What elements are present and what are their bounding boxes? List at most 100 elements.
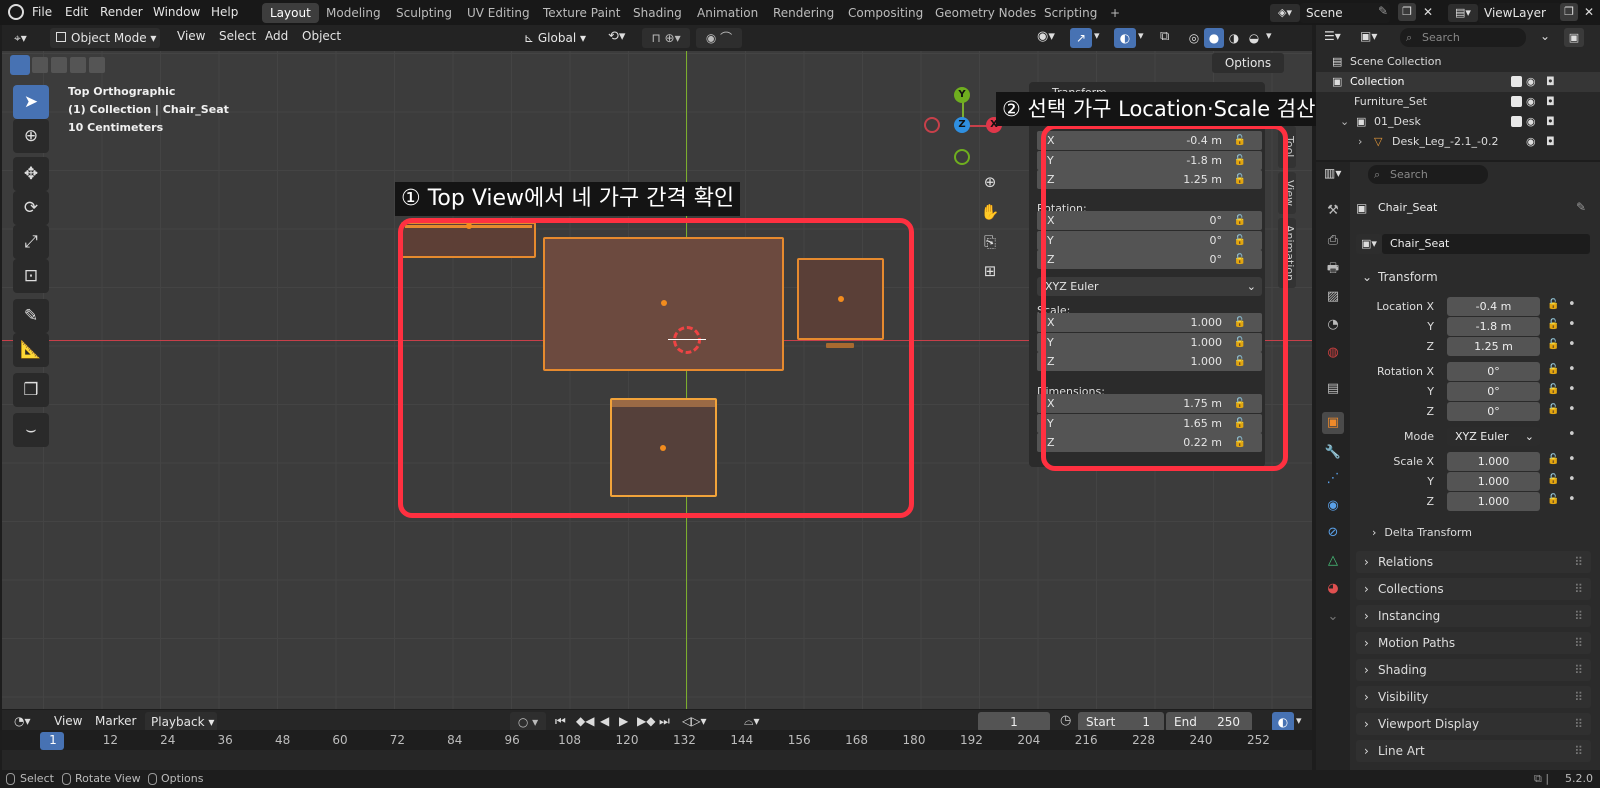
panel-collections[interactable]: › Collections ⠿ [1356,578,1591,600]
keyframe-dot-icon[interactable]: • [1568,317,1576,332]
scene-icon[interactable]: ◈▾ [1270,4,1300,22]
scene-name-field[interactable]: Scene [1300,3,1390,23]
outliner-row-scene-collection[interactable]: ▤ Scene Collection [1316,52,1600,72]
outliner-editor-icon[interactable]: ☰▾ [1324,29,1341,43]
desk-visibility-icon[interactable]: ◉ [1526,112,1536,132]
view-layer-props-icon[interactable]: ▨ [1322,286,1344,308]
location-x-field[interactable]: -0.4 m [1447,297,1540,316]
tab-modeling[interactable]: Modeling [318,3,389,23]
select-invert-icon[interactable] [70,57,86,73]
visibility-icon[interactable]: ◉▾ [1037,29,1055,44]
location-z-field[interactable]: 1.25 m [1447,337,1540,356]
menu-edit[interactable]: Edit [59,0,94,25]
menu-file[interactable]: File [26,0,58,25]
outliner-search-field[interactable]: ⌕ Search [1400,28,1526,47]
play-icon[interactable]: ▶ [619,714,628,728]
select-intersect-icon[interactable] [89,57,105,73]
select-subtract-icon[interactable] [51,57,67,73]
delete-scene-icon[interactable]: ✕ [1419,3,1437,21]
render-props-icon[interactable]: ⎙ [1322,230,1344,252]
mode-dropdown[interactable]: Object Mode ▾ [50,28,160,48]
tab-shading[interactable]: Shading [625,3,690,23]
object-datablock-icon[interactable]: ▣▾ [1356,234,1382,254]
drag-handle-icon[interactable]: ⠿ [1574,740,1583,762]
keyframe-dot-icon[interactable]: • [1568,472,1576,487]
shading-rendered-icon[interactable]: ◒ [1244,28,1264,48]
properties-editor-icon[interactable]: ▥▾ [1324,166,1341,180]
keyframe-dot-icon[interactable]: • [1568,492,1576,507]
zoom-icon[interactable]: ⊕ [979,173,1001,195]
transform-panel-header[interactable]: ⌄ Transform [1356,266,1591,288]
tl-menu-marker[interactable]: Marker [95,714,136,728]
gizmo-z-icon[interactable]: Z [954,117,970,133]
collection-checkbox[interactable] [1511,76,1522,87]
jump-start-icon[interactable]: ⏮ [555,714,566,729]
outliner-row-furniture-set[interactable]: Furniture_Set ◉ ◘ [1316,92,1600,112]
lock-icon[interactable]: 🔓 [1547,494,1559,505]
tab-texture-paint[interactable]: Texture Paint [535,3,628,23]
object-name-field[interactable]: Chair_Seat [1382,234,1590,254]
cursor-tool-icon[interactable]: ⊕ [13,119,49,153]
output-props-icon[interactable]: 🖶 [1322,258,1344,280]
desk-leg-render-icon[interactable]: ◘ [1546,132,1555,150]
lock-icon[interactable]: 🔓 [1547,384,1559,395]
shading-dropdown-icon[interactable]: ▾ [1266,29,1272,42]
rotate-tool-icon[interactable]: ⟳ [13,191,49,225]
furniture-set-render-icon[interactable]: ◘ [1546,92,1555,112]
material-props-icon[interactable]: ◕ [1322,578,1344,600]
new-view-layer-icon[interactable]: ❐ [1560,3,1578,21]
scene-props-icon[interactable]: ◔ [1322,314,1344,336]
panel-instancing[interactable]: › Instancing ⠿ [1356,605,1591,627]
snap-icon[interactable]: ⊓ ⊕▾ [642,28,690,48]
vp-menu-add[interactable]: Add [265,29,288,43]
move-tool-icon[interactable]: ✥ [13,157,49,191]
view-layer-icon[interactable]: ▤▾ [1448,4,1478,22]
timeline-editor-icon[interactable]: ◔▾ [14,714,31,728]
timeline-sync-icon[interactable]: ◐ [1272,712,1294,732]
scale-y-field[interactable]: 1.000 [1447,472,1540,491]
pin-icon[interactable]: ✎ [1378,4,1388,18]
extrude-curve-tool-icon[interactable]: ⌣ [13,413,49,447]
location-y-field[interactable]: -1.8 m [1447,317,1540,336]
rotation-z-field[interactable]: 0° [1447,402,1540,421]
outliner-filter-icon[interactable]: ⌄ [1540,29,1550,43]
collection-render-icon[interactable]: ◘ [1546,72,1555,92]
outliner-new-collection-icon[interactable]: ▣ [1564,28,1584,47]
perspective-grid-icon[interactable]: ⊞ [979,262,1001,284]
drag-handle-icon[interactable]: ⠿ [1574,659,1583,681]
shading-solid-icon[interactable]: ● [1204,28,1224,48]
tab-layout[interactable]: Layout [262,3,319,23]
scale-x-field[interactable]: 1.000 [1447,452,1540,471]
gizmo-toggle-icon[interactable]: ↗ [1070,28,1092,48]
pivot-icon[interactable]: ⟲▾ [608,29,625,44]
measure-tool-icon[interactable]: 📐 [13,333,49,367]
rotation-y-field[interactable]: 0° [1447,382,1540,401]
keyframe-dot-icon[interactable]: • [1568,362,1576,377]
keyframe-dot-icon[interactable]: • [1568,297,1576,312]
drag-handle-icon[interactable]: ⠿ [1574,551,1583,573]
options-button[interactable]: Options [1212,53,1284,73]
current-frame-field[interactable]: 1 [978,712,1050,732]
particles-props-icon[interactable]: ⋰ [1322,468,1344,490]
outliner-row-collection[interactable]: ▣ Collection ◉ ◘ [1316,72,1600,92]
proportional-edit-icon[interactable]: ◉ ⌒ [696,28,742,48]
shading-material-icon[interactable]: ◑ [1224,28,1244,48]
furniture-set-visibility-icon[interactable]: ◉ [1526,92,1536,112]
tl-menu-view[interactable]: View [54,714,82,728]
vp-menu-object[interactable]: Object [302,29,341,43]
panel-viewport-display[interactable]: › Viewport Display ⠿ [1356,713,1591,735]
delete-view-layer-icon[interactable]: ✕ [1581,3,1597,21]
scale-tool-icon[interactable]: ⤢ [13,225,49,259]
select-extend-icon[interactable] [32,57,48,73]
physics-props-icon[interactable]: ◉ [1322,495,1344,517]
xray-icon[interactable]: ⧉ [1160,29,1169,44]
vp-menu-view[interactable]: View [177,29,205,43]
add-workspace-button[interactable]: + [1102,3,1128,23]
keyframe-dot-icon[interactable]: • [1568,382,1576,397]
delta-transform-header[interactable]: › Delta Transform [1372,526,1472,539]
properties-search-field[interactable]: ⌕ Search [1368,165,1488,184]
outliner-row-desk-leg[interactable]: › ▽ Desk_Leg_-2.1_-0.2 ◉ ◘ [1316,132,1600,150]
end-frame-field[interactable]: End 250 [1166,712,1252,732]
tool-settings-icon[interactable]: ⚒ [1322,200,1344,222]
overlay-dropdown-icon[interactable]: ▾ [1138,29,1144,42]
